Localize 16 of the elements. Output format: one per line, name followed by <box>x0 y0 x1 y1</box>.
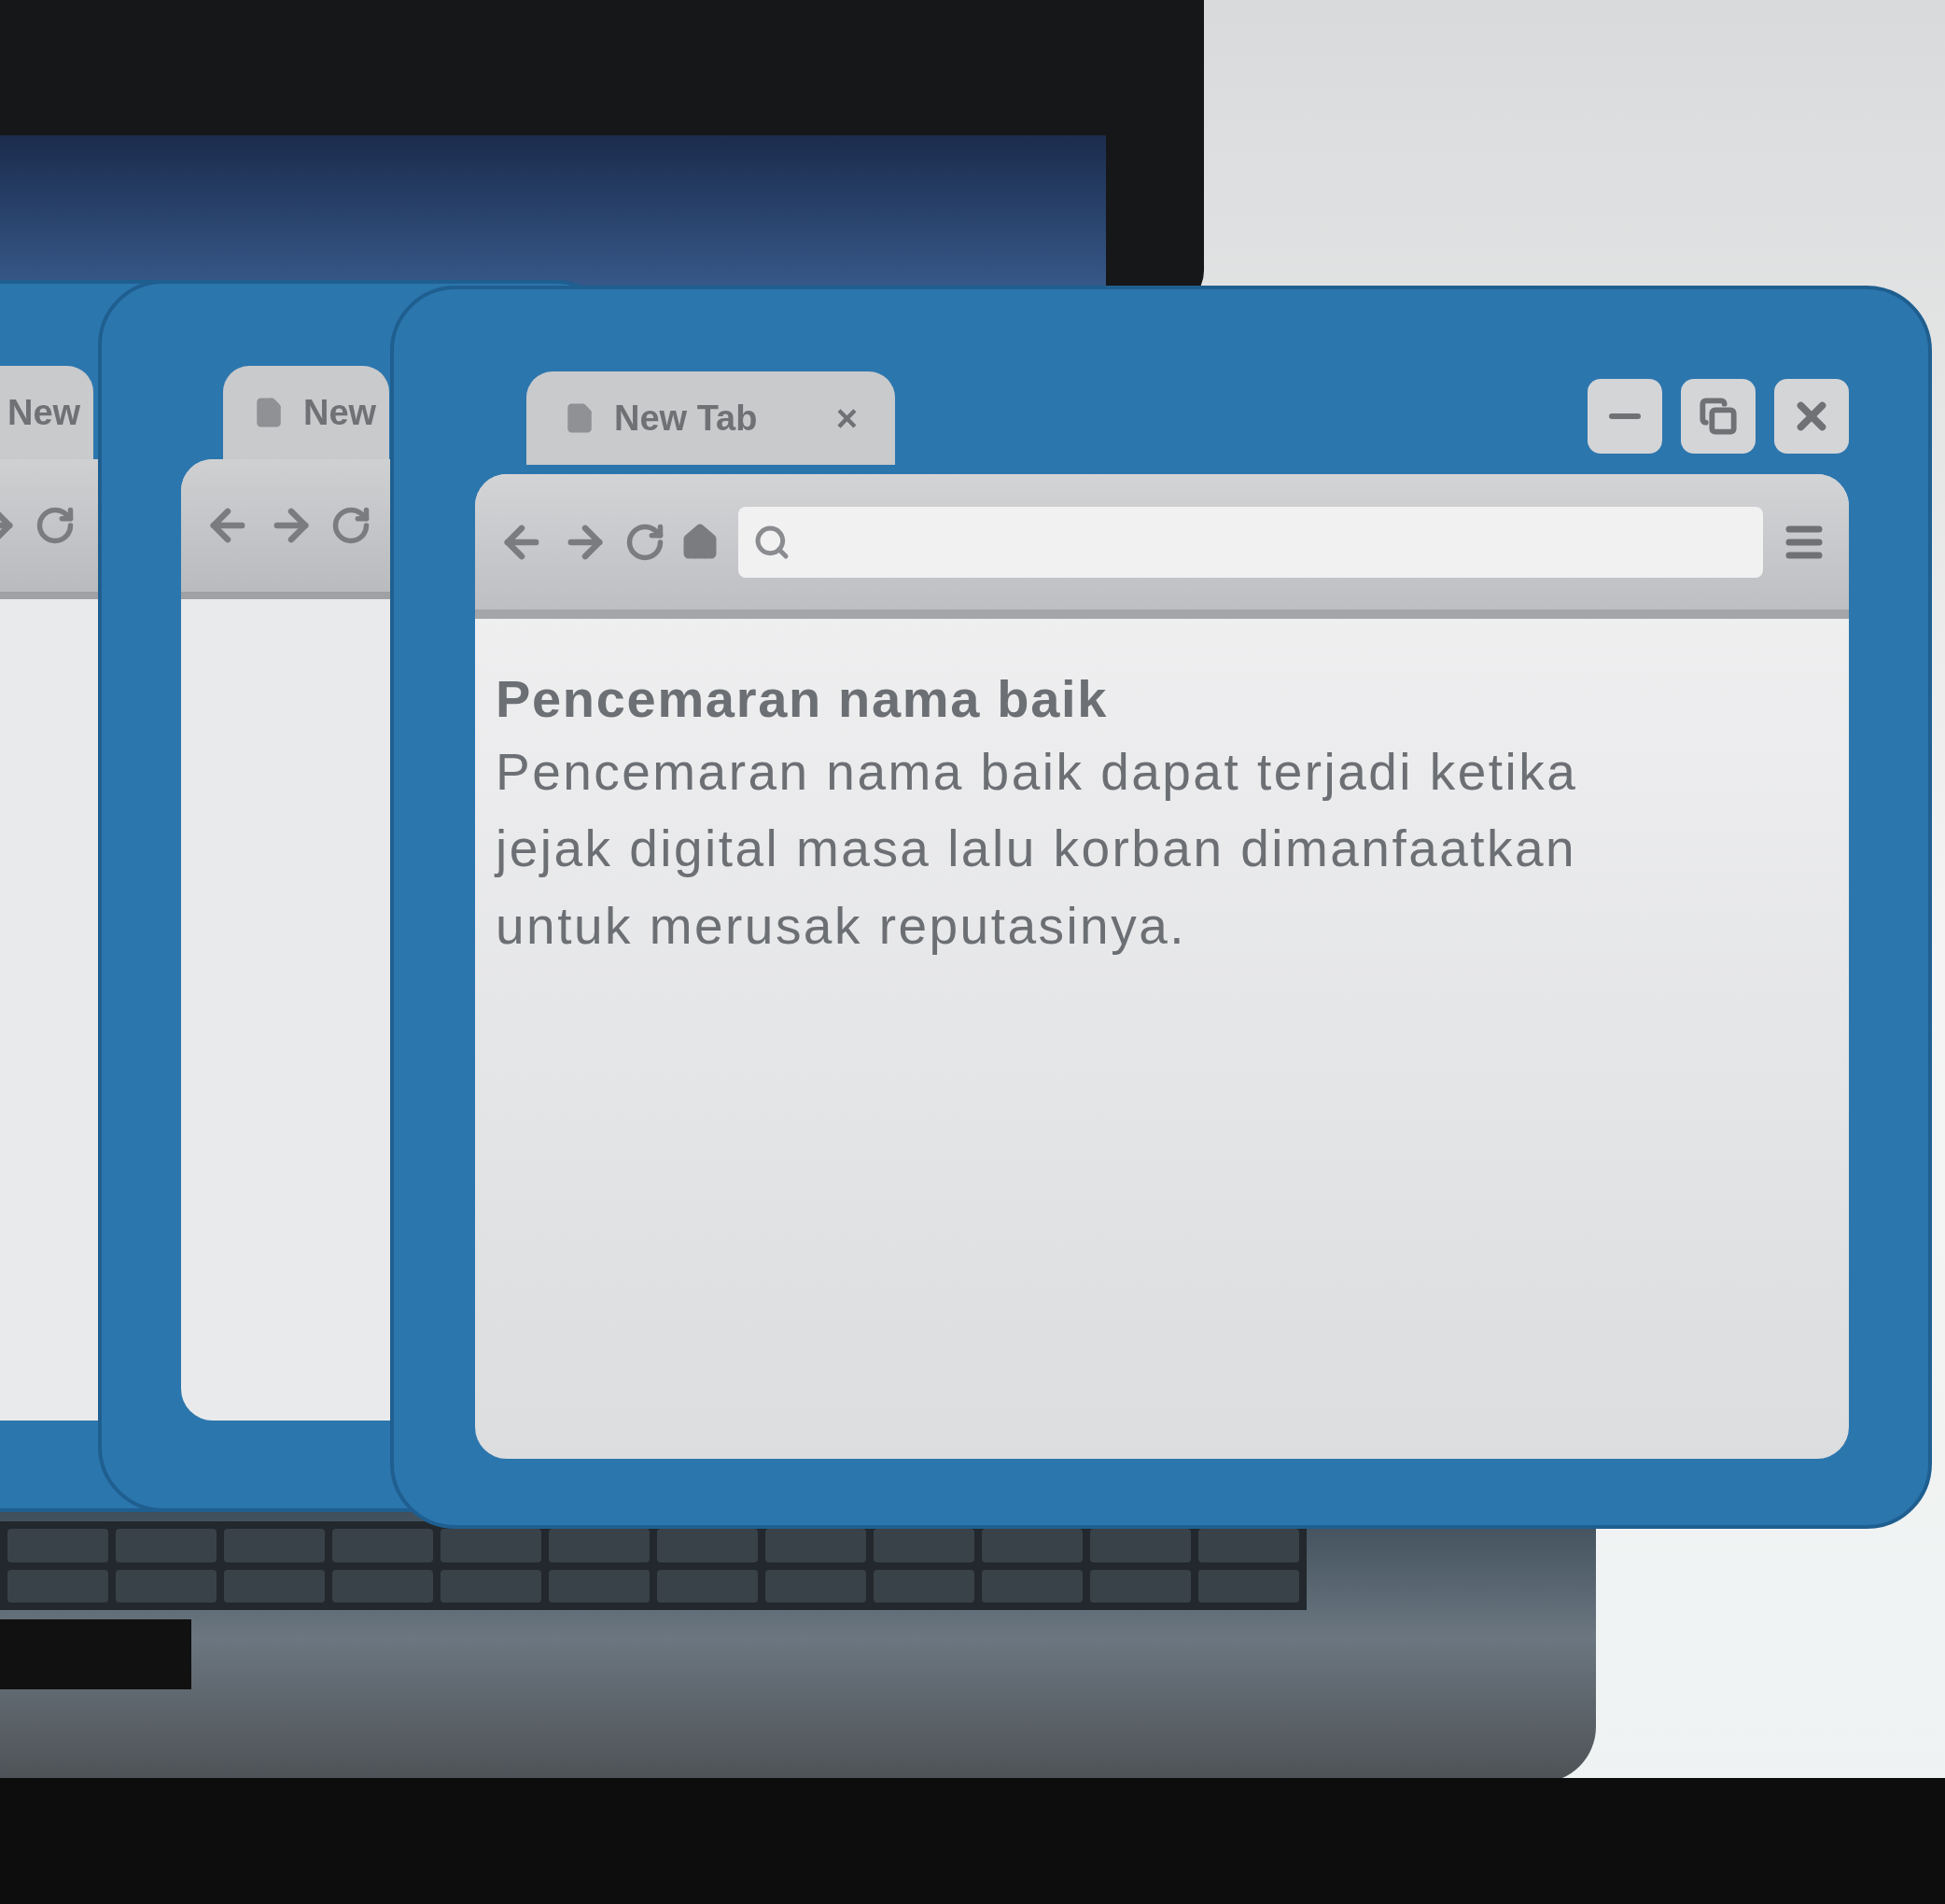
tab-title: New <box>7 391 81 434</box>
tab-title: New Tab <box>614 397 758 440</box>
browser-tab[interactable]: New <box>223 366 389 459</box>
browser-tab[interactable]: New Tab × <box>526 371 895 465</box>
restore-icon <box>1700 398 1737 435</box>
reload-icon[interactable] <box>330 505 371 546</box>
page-heading: Pencemaran nama baik <box>496 668 1110 730</box>
reload-icon[interactable] <box>35 505 76 546</box>
minimize-button[interactable] <box>1588 379 1662 454</box>
browser-tab[interactable]: New <box>0 366 93 459</box>
page-paragraph: Pencemaran nama baik dapat terjadi ketika jejak digital masa lalu korban dimanfaatkan untuk merusak reputasinya. <box>496 741 1579 957</box>
restore-button[interactable] <box>1681 379 1756 454</box>
tab-close-button[interactable]: × <box>835 390 858 446</box>
tab-title: New <box>303 391 377 434</box>
close-button[interactable] <box>1774 379 1849 454</box>
minimize-icon <box>1609 413 1641 419</box>
